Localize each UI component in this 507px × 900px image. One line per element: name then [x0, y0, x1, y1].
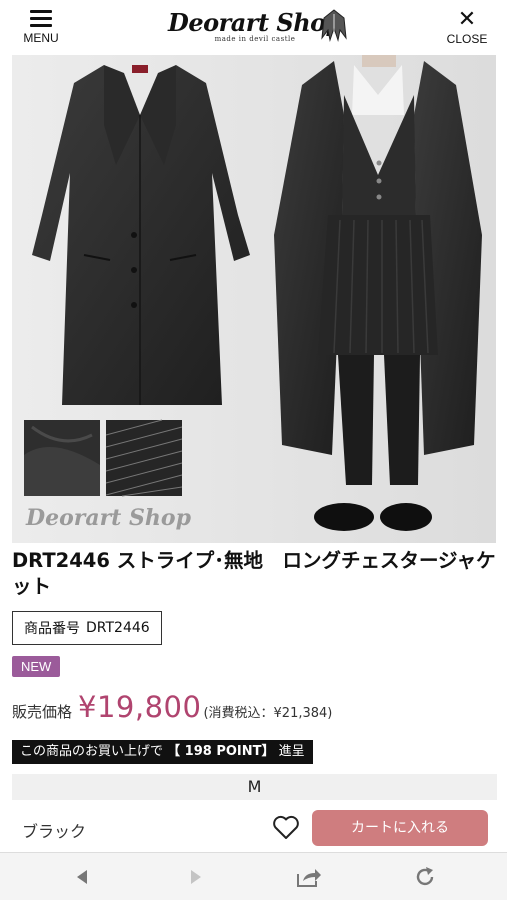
back-icon — [77, 870, 87, 884]
logo-text: Deorart Shop — [168, 8, 342, 37]
hamburger-icon — [30, 10, 52, 27]
back-button[interactable] — [68, 863, 98, 891]
add-to-cart-button[interactable]: カートに入れる — [312, 810, 488, 846]
product-title: DRT2446 ストライプ･無地 ロングチェスタージャケット — [12, 549, 496, 598]
price-tax: (消費税込：¥21,384) — [203, 706, 333, 721]
heart-icon[interactable] — [272, 814, 300, 840]
size-option[interactable]: M — [12, 774, 497, 800]
points-amount: 【 198 POINT】 — [167, 744, 275, 759]
new-badge: NEW — [12, 656, 61, 677]
menu-label: MENU — [23, 31, 59, 45]
share-button[interactable] — [294, 863, 324, 891]
forward-button[interactable] — [180, 863, 210, 891]
fabric-swatch-stripe — [105, 419, 183, 497]
close-icon: ✕ — [457, 7, 477, 32]
color-label: ブラック — [22, 822, 87, 841]
points-text-post: 進呈 — [278, 744, 305, 759]
menu-button[interactable]: MENU — [18, 10, 64, 50]
price-row: 販売価格 ¥19,800 (消費税込：¥21,384) — [12, 690, 332, 724]
reload-button[interactable] — [410, 863, 440, 891]
wing-icon — [321, 9, 347, 42]
price-label: 販売価格 — [12, 703, 73, 721]
reload-icon — [416, 867, 434, 886]
price-value: ¥19,800 — [78, 690, 202, 724]
site-header: MENU Deorart Shop made in devil castle ✕… — [0, 0, 507, 54]
site-logo[interactable]: Deorart Shop made in devil castle — [160, 8, 350, 48]
sku-value: DRT2446 — [86, 620, 150, 636]
image-watermark: Deorart Shop — [25, 505, 192, 531]
sku-box: 商品番号 DRT2446 — [12, 611, 162, 645]
browser-toolbar — [0, 852, 507, 900]
variant-row: ブラック カートに入れる — [12, 804, 497, 852]
close-label: CLOSE — [446, 32, 488, 46]
forward-icon — [191, 870, 201, 884]
product-image[interactable]: Deorart Shop — [12, 55, 496, 543]
share-icon — [297, 869, 321, 887]
close-button[interactable]: ✕ CLOSE — [444, 7, 490, 50]
sku-label: 商品番号 — [24, 621, 80, 637]
points-bar: この商品のお買い上げで 【 198 POINT】 進呈 — [12, 740, 313, 764]
points-text-pre: この商品のお買い上げで — [20, 744, 164, 759]
